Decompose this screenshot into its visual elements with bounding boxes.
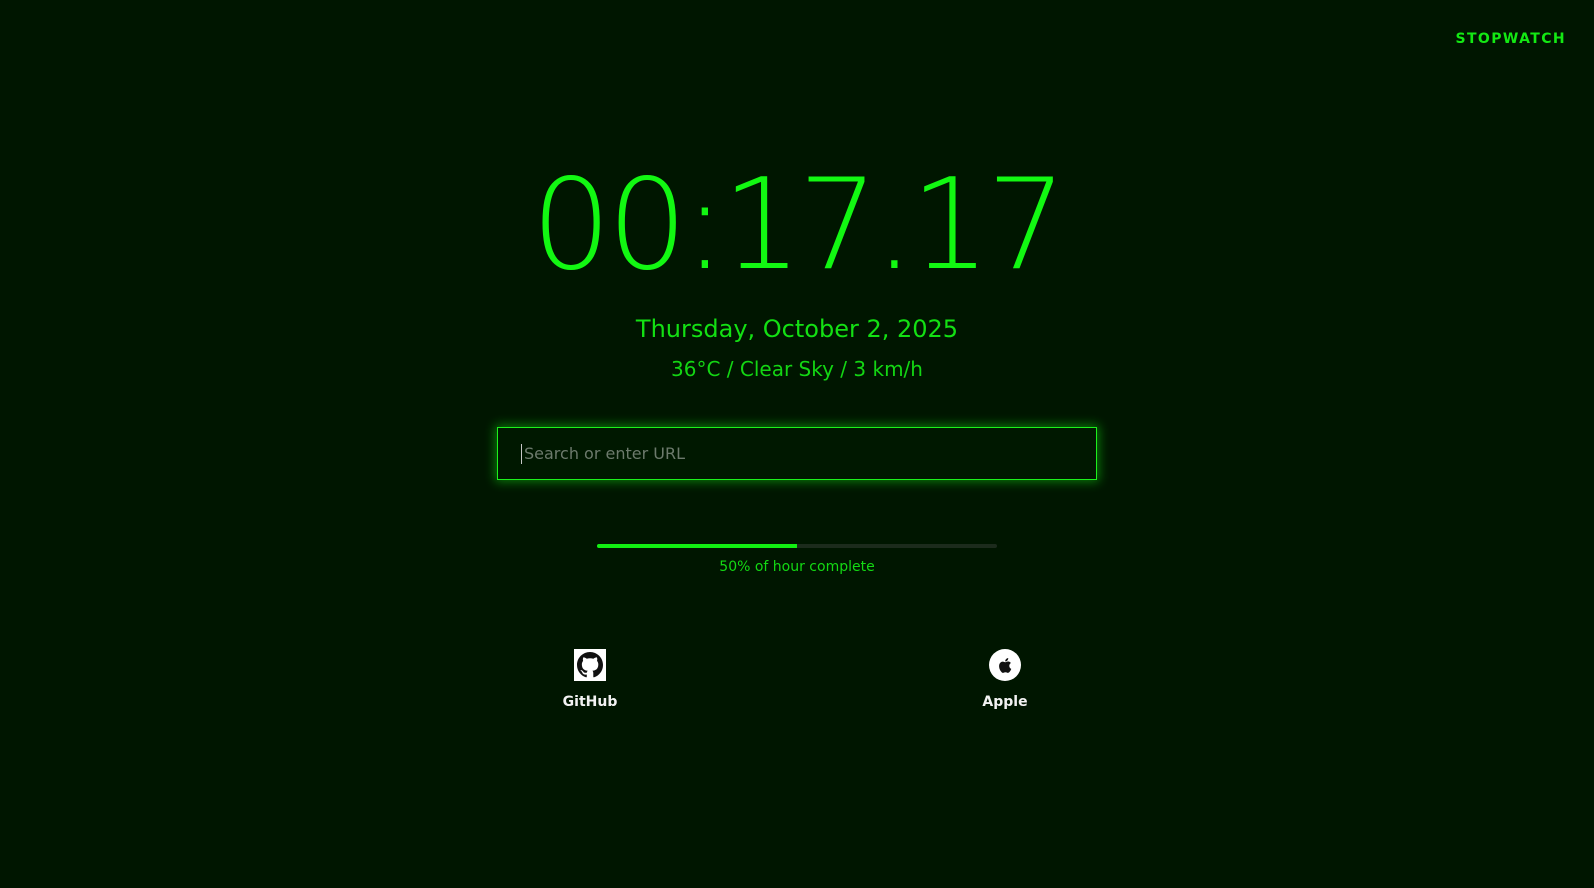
shortcut-github[interactable]: GitHub	[545, 649, 635, 709]
apple-icon	[989, 649, 1021, 681]
search-input[interactable]	[522, 427, 1096, 480]
search-box[interactable]	[497, 427, 1097, 480]
shortcut-links: GitHub Apple	[0, 649, 1594, 719]
stopwatch-display: 00:17.17	[531, 150, 1066, 298]
github-icon	[574, 649, 606, 681]
date-text: Thursday, October 2, 2025	[635, 315, 959, 343]
progress-track	[597, 544, 997, 548]
weather-text: 36°C / Clear Sky / 3 km/h	[671, 357, 923, 381]
new-tab-page: STOPWATCH 00:17.17 Thursday, October 2, …	[0, 0, 1594, 888]
main-panel: 00:17.17 Thursday, October 2, 2025 36°C …	[0, 0, 1594, 574]
progress-label: 50% of hour complete	[719, 559, 875, 575]
progress-fill	[597, 544, 797, 548]
shortcut-apple[interactable]: Apple	[960, 649, 1050, 709]
shortcut-label: Apple	[982, 694, 1028, 710]
shortcut-label: GitHub	[562, 694, 618, 710]
hour-progress: 50% of hour complete	[597, 544, 997, 574]
